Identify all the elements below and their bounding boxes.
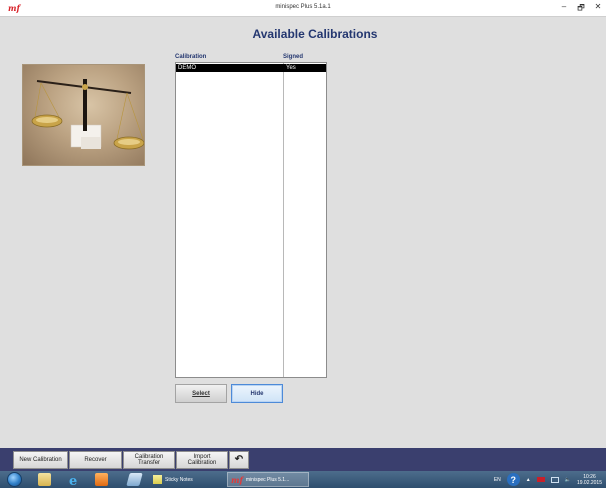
minispec-icon: mf [231,474,243,485]
taskbar-item-sticky-notes[interactable]: Sticky Notes [150,472,206,487]
signed-cell: Yes [286,65,296,71]
system-tray: EN ? ▲ 🔈 10:26 19.02.2015 [494,471,602,488]
new-calibration-button[interactable]: New Calibration [13,451,68,469]
task-label: Sticky Notes [165,476,193,483]
clock[interactable]: 10:26 19.02.2015 [577,474,602,486]
hide-button-label: Hide [250,390,264,397]
title-bar: mf minispec Plus 5.1a.1 – 🗗 ✕ [0,0,606,17]
calibration-transfer-label-2: Transfer [137,460,161,466]
calibration-list[interactable]: DEMO Yes [175,62,327,378]
balance-scale-photo [22,64,145,166]
page-title: Available Calibrations [252,27,378,41]
column-header-calibration: Calibration [175,54,207,60]
balance-scale-icon [31,79,144,150]
select-button-label: Select [192,390,210,397]
recover-button[interactable]: Recover [69,451,122,469]
task-label: minispec Plus 5.1... [245,476,290,483]
restore-button[interactable]: 🗗 [577,2,585,16]
new-calibration-label: New Calibration [19,457,62,463]
network-icon[interactable] [550,476,559,483]
internet-explorer-icon[interactable]: e [68,473,81,488]
import-calibration-label-2: Calibration [187,460,217,466]
sticky-notes-icon [153,475,162,484]
window-controls: – 🗗 ✕ [560,2,602,16]
taskbar-item-minispec[interactable]: mf minispec Plus 5.1... [227,472,309,487]
calibration-cell: DEMO [178,65,196,71]
import-calibration-button[interactable]: Import Calibration [176,451,228,469]
flag-icon[interactable] [536,477,545,482]
file-explorer-icon[interactable] [38,473,51,486]
undo-button[interactable]: ↶ [229,451,249,469]
minimize-button[interactable]: – [560,2,568,16]
media-player-icon[interactable] [95,473,108,486]
app-toolbar: New Calibration Recover Calibration Tran… [0,448,606,471]
column-header-signed: Signed [283,54,304,60]
select-button[interactable]: Select [175,384,227,403]
help-icon[interactable]: ? [506,473,520,486]
close-button[interactable]: ✕ [594,2,602,16]
taskbar: e Sticky Notes mf minispec Plus 5.1... E… [0,471,606,488]
show-hidden-icons-icon[interactable]: ▲ [526,477,531,483]
notes-app-icon[interactable] [126,473,143,486]
start-button[interactable] [7,472,22,487]
window-title: minispec Plus 5.1a.1 [275,4,331,10]
table-row[interactable]: DEMO Yes [176,64,326,72]
clock-date: 19.02.2015 [576,479,602,486]
volume-icon[interactable]: 🔈 [565,477,571,483]
svg-text:e: e [69,474,77,486]
language-indicator[interactable]: EN [494,477,501,483]
column-divider [283,63,284,377]
hide-button[interactable]: Hide [231,384,283,403]
undo-icon: ↶ [234,454,244,465]
recover-label: Recover [84,457,107,463]
calibration-transfer-button[interactable]: Calibration Transfer [123,451,175,469]
